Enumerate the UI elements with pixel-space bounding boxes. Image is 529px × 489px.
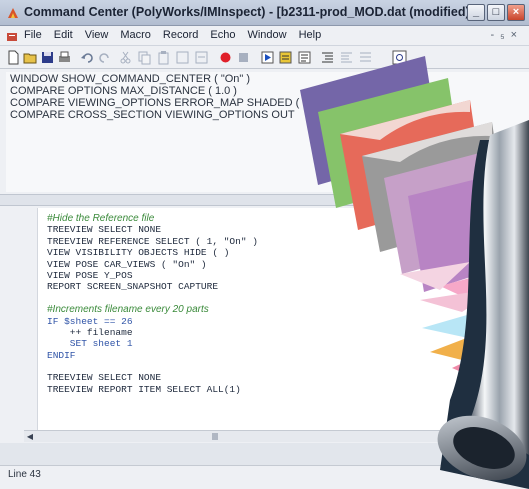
horizontal-scrollbar[interactable]: ◀	[24, 430, 529, 442]
console-line: COMPARE VIEWING_OPTIONS ERROR_MAP SHADED…	[10, 97, 315, 109]
window-controls: _ □ ×	[467, 4, 525, 21]
replace-icon[interactable]	[194, 50, 209, 65]
macro-editor[interactable]: #Hide the Reference file TREEVIEW SELECT…	[6, 208, 529, 430]
code-line: TREEVIEW SELECT NONE	[47, 224, 162, 236]
step-icon[interactable]	[297, 50, 312, 65]
maximize-button[interactable]: □	[487, 4, 505, 21]
code-line: SET sheet 1	[47, 338, 133, 350]
window-title: Command Center (PolyWorks/IMInspect) - […	[24, 5, 474, 19]
code-line: VIEW VISIBILITY OBJECTS HIDE ( )	[47, 247, 230, 259]
toolbar	[0, 47, 529, 69]
code-comment: #Hide the Reference file	[47, 213, 155, 224]
run-icon[interactable]	[260, 50, 275, 65]
code-line: TREEVIEW SELECT NONE	[47, 372, 162, 384]
lower-pane	[0, 443, 529, 465]
indent-icon[interactable]	[320, 50, 335, 65]
document-icon[interactable]	[6, 31, 18, 42]
close-button[interactable]: ×	[507, 4, 525, 21]
code-line: VIEW POSE Y_POS	[47, 269, 133, 281]
scroll-left-icon[interactable]: ◀	[24, 431, 36, 442]
title-bar[interactable]: Command Center (PolyWorks/IMInspect) - […	[0, 0, 529, 26]
console-line: WINDOW SHOW_COMMAND_CENTER ( "On" )	[10, 73, 251, 85]
editor-gutter	[6, 208, 38, 430]
code-line: TREEVIEW REFERENCE SELECT ( 1, "On" )	[47, 235, 258, 247]
undo-icon[interactable]	[80, 50, 95, 65]
pane-splitter[interactable]	[0, 194, 529, 206]
cut-icon[interactable]	[118, 50, 133, 65]
redo-icon[interactable]	[97, 50, 112, 65]
menu-view[interactable]: View	[85, 29, 109, 41]
record-icon[interactable]	[218, 50, 233, 65]
console-line: COMPARE CROSS_SECTION VIEWING_OPTIONS OU…	[10, 109, 295, 121]
menu-echo[interactable]: Echo	[210, 29, 235, 41]
options-icon[interactable]	[392, 50, 407, 65]
code-line: REPORT SCREEN_SNAPSHOT CAPTURE	[47, 281, 219, 293]
code-line: TREEVIEW REPORT ITEM SELECT ALL(1)	[47, 383, 241, 395]
copy-icon[interactable]	[137, 50, 152, 65]
menu-file[interactable]: File	[24, 29, 42, 41]
minimize-button[interactable]: _	[467, 4, 485, 21]
find-icon[interactable]	[175, 50, 190, 65]
scroll-thumb[interactable]	[212, 433, 218, 440]
polyworks-app-icon	[8, 8, 18, 18]
command-center-window: Command Center (PolyWorks/IMInspect) - […	[0, 0, 529, 489]
code-comment: #Increments filename every 20 parts	[47, 304, 209, 316]
paste-icon[interactable]	[156, 50, 171, 65]
menu-window[interactable]: Window	[247, 29, 286, 41]
command-history-pane[interactable]: WINDOW SHOW_COMMAND_CENTER ( "On" ) COMP…	[6, 72, 529, 192]
run-selection-icon[interactable]	[278, 50, 293, 65]
comment-icon[interactable]	[358, 50, 373, 65]
code-line: ENDIF	[47, 349, 76, 361]
open-folder-icon[interactable]	[23, 50, 38, 65]
menu-bar: File Edit View Macro Record Echo Window …	[0, 27, 529, 46]
status-bar: Line 43	[0, 465, 529, 483]
console-line: COMPARE OPTIONS MAX_DISTANCE ( 1.0 )	[10, 85, 237, 97]
menu-edit[interactable]: Edit	[54, 29, 73, 41]
outdent-icon[interactable]	[339, 50, 354, 65]
code-line: ++ filename	[47, 326, 133, 338]
mdi-controls[interactable]: -₅×	[490, 29, 523, 41]
code-line: IF $sheet == 26	[47, 315, 133, 327]
line-number-status: Line 43	[8, 469, 41, 480]
code-line: VIEW POSE CAR_VIEWS ( "On" )	[47, 258, 207, 270]
menu-record[interactable]: Record	[163, 29, 198, 41]
new-file-icon[interactable]	[6, 50, 21, 65]
menu-macro[interactable]: Macro	[120, 29, 151, 41]
menu-help[interactable]: Help	[299, 29, 322, 41]
print-icon[interactable]	[57, 50, 72, 65]
save-icon[interactable]	[40, 50, 55, 65]
stop-icon[interactable]	[236, 50, 251, 65]
